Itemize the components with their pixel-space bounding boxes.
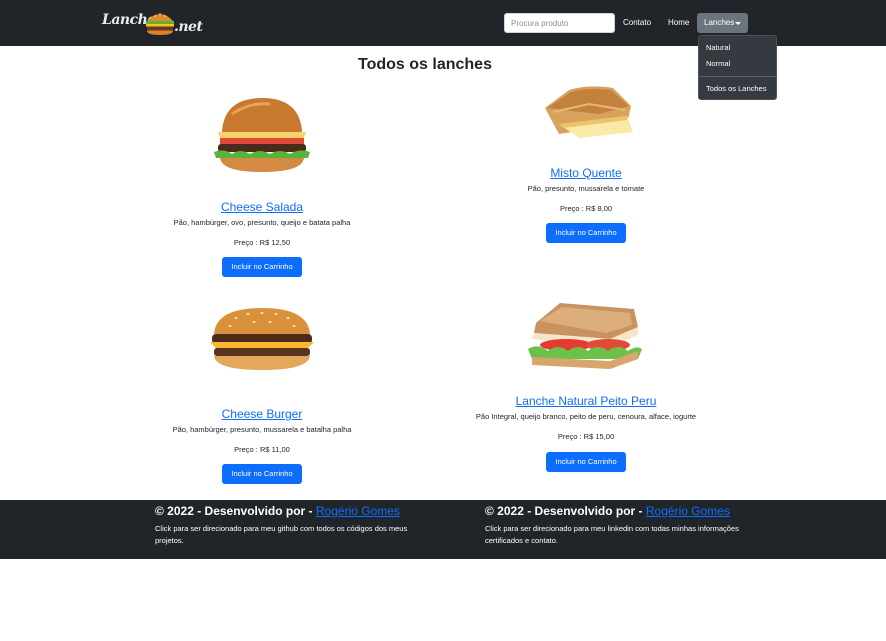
product-description: Pão, hambúrger, presunto, mussarela e ba… [172, 425, 352, 434]
dropdown-item-natural[interactable]: Natural [706, 43, 730, 52]
nav-link-home[interactable]: Home [668, 13, 689, 33]
product-card-cheese-burger: Cheese Burger Pão, hambúrger, presunto, … [162, 407, 362, 454]
logo-text-right: .net [174, 19, 203, 35]
footer-column-linkedin: © 2022 - Desenvolvido por - Rogério Gome… [485, 504, 745, 547]
product-card-lanche-natural: Lanche Natural Peito Peru Pão Integral, … [436, 394, 736, 441]
footer-column-github: © 2022 - Desenvolvido por - Rogério Gome… [155, 504, 415, 547]
lanches-dropdown-toggle[interactable]: Lanches [697, 13, 748, 33]
product-description: Pão, presunto, mussarela e tomate [527, 184, 645, 193]
product-title-cheese-salada[interactable]: Cheese Salada [162, 200, 362, 214]
footer-description: Click para ser direcionado para meu link… [485, 524, 739, 545]
nav-link-contato[interactable]: Contato [623, 13, 651, 33]
product-price: Preço : R$ 8,00 [559, 204, 613, 213]
dropdown-item-normal[interactable]: Normal [706, 59, 730, 68]
footer-author-link-linkedin[interactable]: Rogério Gomes [646, 504, 730, 518]
product-price: Preço : R$ 15,00 [557, 432, 615, 441]
misto-quente-image[interactable] [539, 84, 637, 140]
burger-logo-icon [146, 13, 174, 35]
cheese-burger-image[interactable] [206, 306, 318, 374]
logo[interactable]: Lancho .net [100, 6, 203, 40]
footer-copyright: © 2022 - Desenvolvido por - [155, 504, 316, 518]
product-title-misto-quente[interactable]: Misto Quente [486, 166, 686, 180]
product-description: Pão, hambúrger, ovo, presunto, queijo e … [173, 218, 351, 227]
product-price: Preço : R$ 11,00 [234, 445, 290, 454]
footer-copyright: © 2022 - Desenvolvido por - [485, 504, 646, 518]
product-title-lanche-natural[interactable]: Lanche Natural Peito Peru [436, 394, 736, 408]
dropdown-divider [699, 76, 776, 77]
add-to-cart-button-cheese-salada[interactable]: Incluir no Carrinho [222, 257, 302, 277]
footer-title: © 2022 - Desenvolvido por - Rogério Gome… [485, 504, 745, 518]
product-title-cheese-burger[interactable]: Cheese Burger [162, 407, 362, 421]
lanche-natural-image[interactable] [526, 299, 644, 371]
footer-author-link-github[interactable]: Rogério Gomes [316, 504, 400, 518]
cheese-salada-image[interactable] [210, 92, 314, 178]
product-price: Preço : R$ 12,50 [233, 238, 291, 247]
product-description: Pão Integral, queijo branco, peito de pe… [475, 412, 697, 421]
caret-down-icon [735, 22, 741, 25]
add-to-cart-button-lanche-natural[interactable]: Incluir no Carrinho [546, 452, 626, 472]
dropdown-item-todos-os-lanches[interactable]: Todos os Lanches [706, 84, 766, 93]
add-to-cart-button-misto-quente[interactable]: Incluir no Carrinho [546, 223, 626, 243]
search-input[interactable] [504, 13, 615, 33]
product-card-misto-quente: Misto Quente Pão, presunto, mussarela e … [486, 166, 686, 213]
lanches-dropdown-menu: Natural Normal Todos os Lanches [698, 35, 777, 100]
add-to-cart-button-cheese-burger[interactable]: Incluir no Carrinho [222, 464, 302, 484]
footer: © 2022 - Desenvolvido por - Rogério Gome… [0, 500, 886, 559]
product-card-cheese-salada: Cheese Salada Pão, hambúrger, ovo, presu… [162, 200, 362, 247]
footer-description: Click para ser direcionado para meu gith… [155, 524, 408, 545]
lanches-dropdown-label: Lanches [704, 18, 735, 27]
footer-title: © 2022 - Desenvolvido por - Rogério Gome… [155, 504, 415, 518]
